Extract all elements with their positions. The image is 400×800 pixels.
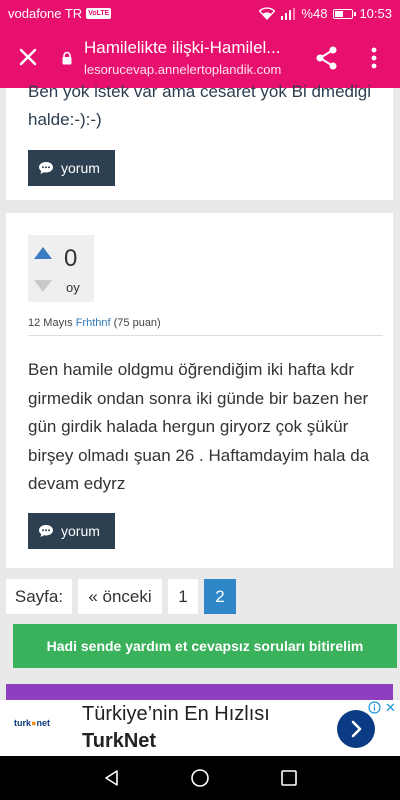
previous-comment-card: Ben yok istek var ama cesaret yok Bi dme…: [6, 82, 393, 200]
answer-meta: 12 Mayıs Frhthnf (75 puan): [28, 317, 161, 329]
vote-down-icon[interactable]: [34, 280, 52, 292]
vote-count: 0: [64, 245, 78, 272]
purple-banner-strip: [6, 684, 393, 700]
home-icon[interactable]: [190, 768, 210, 788]
signal-icon: [281, 7, 296, 20]
battery-percent: %48: [301, 6, 328, 21]
answer-text: Ben hamile oldgmu öğrendiğim iki hafta k…: [28, 360, 370, 493]
comment-button-label: yorum: [61, 523, 100, 539]
pagination-page-2-active[interactable]: 2: [204, 579, 236, 614]
recent-apps-icon[interactable]: [280, 769, 298, 787]
ad-close-icon[interactable]: ✕: [385, 700, 396, 716]
answer-date: 12 Mayıs: [28, 317, 73, 329]
answer-points: (75 puan): [113, 317, 161, 329]
page-title[interactable]: Hamilelikte ilişki-Hamilel...: [84, 38, 306, 58]
wifi-icon: [259, 7, 276, 20]
battery-icon: [333, 8, 357, 19]
ad-open-button[interactable]: [337, 710, 375, 748]
battery-fill: [335, 10, 344, 17]
more-vert-icon[interactable]: [366, 45, 382, 71]
clock: 10:53: [359, 6, 392, 21]
ad-logo: turk●net: [14, 718, 50, 728]
speech-bubble-icon: [39, 162, 53, 174]
vote-up-icon[interactable]: [34, 247, 52, 259]
lock-icon: [62, 51, 72, 65]
volte-badge: VoLTE: [86, 8, 112, 19]
previous-comment-text: Ben yok istek var ama cesaret yok Bi dme…: [28, 82, 371, 129]
close-icon[interactable]: [14, 43, 42, 71]
pagination: Sayfa: « önceki 1 2: [6, 579, 236, 614]
ad-logo-suffix: net: [36, 718, 50, 728]
ad-title[interactable]: Türkiye’nin En Hızlısı: [82, 703, 270, 726]
speech-bubble-icon: [39, 525, 53, 537]
carrier-group: vodafone TR VoLTE: [8, 6, 112, 21]
page-url[interactable]: lesorucevap.annelertoplandik.com: [84, 62, 306, 77]
answer-user-link[interactable]: Frhthnf: [76, 317, 111, 329]
pagination-page-1[interactable]: 1: [168, 579, 198, 614]
pagination-prev[interactable]: « önceki: [78, 579, 162, 614]
ad-banner[interactable]: turk●net Türkiye’nin En Hızlısı TurkNet …: [0, 700, 400, 756]
system-nav-bar: [0, 756, 400, 800]
vote-box: 0 oy: [28, 235, 94, 302]
divider: [28, 335, 383, 336]
status-bar: vodafone TR VoLTE %48 10:53: [0, 0, 400, 28]
status-right: %48 10:53: [259, 6, 392, 21]
ad-brand[interactable]: TurkNet: [82, 730, 156, 753]
carrier-name: vodafone TR: [8, 6, 83, 21]
vote-label: oy: [66, 280, 80, 295]
ad-info-icon[interactable]: [368, 701, 381, 714]
back-icon[interactable]: [102, 768, 122, 788]
pagination-label: Sayfa:: [6, 579, 72, 614]
share-icon[interactable]: [314, 45, 340, 71]
ad-logo-main: turk: [14, 718, 32, 728]
chevron-right-icon: [351, 720, 362, 738]
comment-button-label: yorum: [61, 160, 100, 176]
answer-card: 0 oy 12 Mayıs Frhthnf (75 puan) Ben hami…: [6, 213, 393, 568]
comment-button[interactable]: yorum: [28, 513, 115, 549]
help-cta-button[interactable]: Hadi sende yardım et cevapsız soruları b…: [13, 624, 397, 668]
comment-button[interactable]: yorum: [28, 150, 115, 186]
